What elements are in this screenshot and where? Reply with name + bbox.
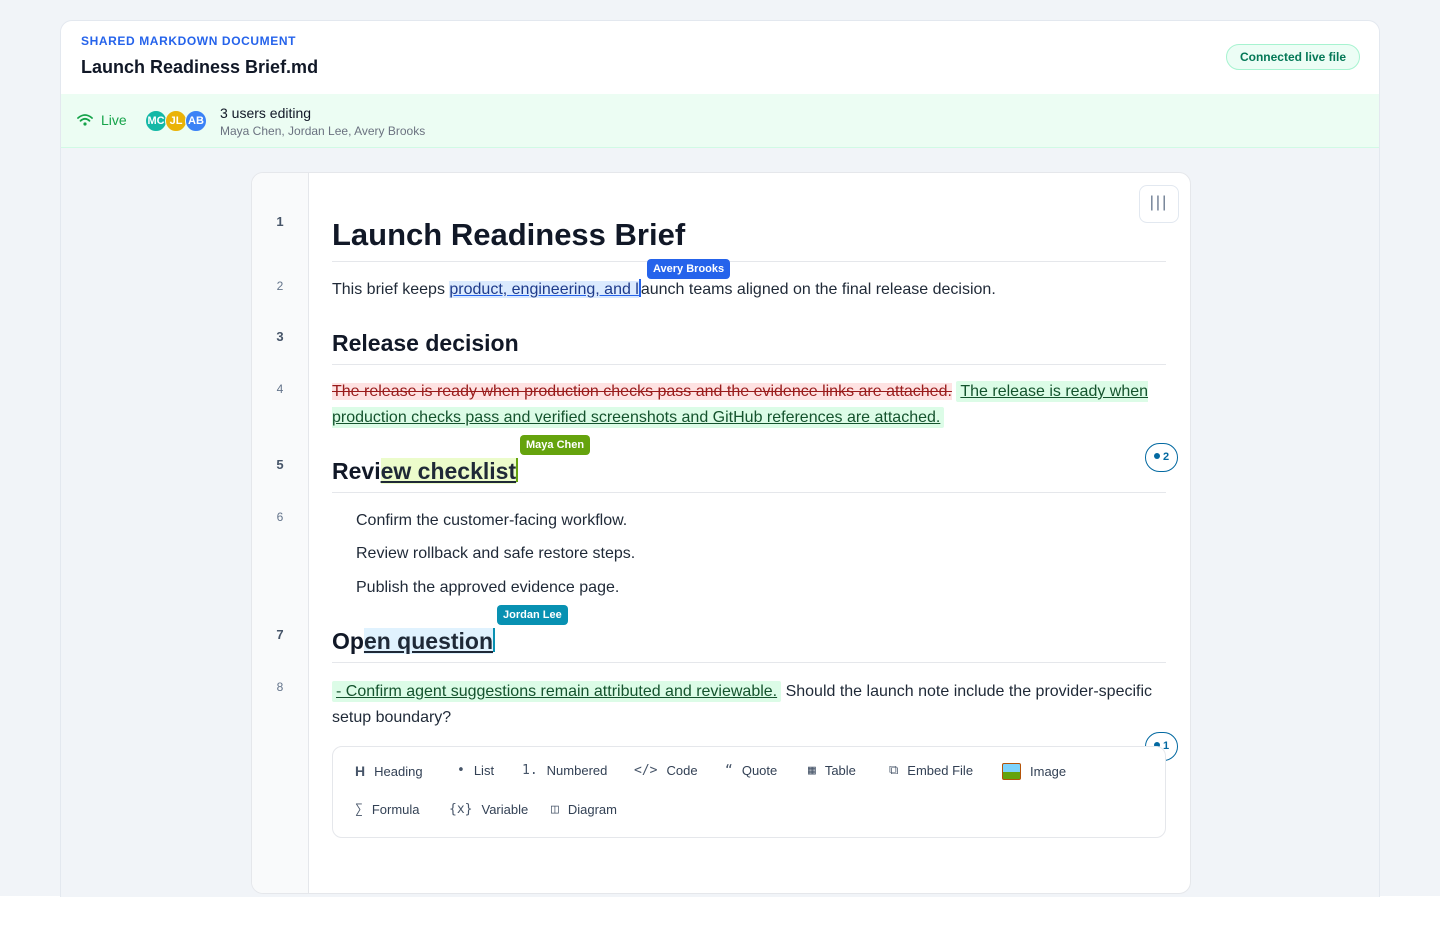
- heading-divider: [332, 492, 1166, 493]
- heading-divider: [332, 364, 1166, 365]
- doc-heading-release-decision[interactable]: Release decision: [332, 330, 519, 357]
- comment-dot-icon: [1153, 453, 1160, 459]
- quote-icon: “: [725, 763, 733, 778]
- numbered-list-button[interactable]: 1. Numbered: [522, 763, 607, 778]
- formula-button[interactable]: ∑ Formula: [355, 802, 420, 817]
- line-number: 4: [276, 382, 284, 396]
- line-number: 2: [276, 279, 284, 293]
- paragraph-text: aunch teams aligned on the final release…: [640, 281, 996, 298]
- heading-text: Op: [332, 628, 364, 654]
- line-number: 5: [276, 457, 284, 472]
- button-label: List: [473, 763, 495, 778]
- avatar[interactable]: MC: [145, 110, 167, 132]
- remote-cursor-maya: [516, 458, 519, 482]
- line-number: 1: [276, 214, 284, 229]
- line-number: 6: [276, 510, 284, 524]
- button-label: Variable: [481, 802, 529, 817]
- list-item[interactable]: Publish the approved evidence page.: [356, 579, 619, 597]
- line-number: 8: [276, 680, 284, 694]
- button-label: Formula: [371, 802, 420, 817]
- line-number: 3: [276, 329, 284, 344]
- comment-count: 2: [1162, 451, 1170, 463]
- agent-suggestion[interactable]: - Confirm agent suggestions remain attri…: [332, 681, 782, 702]
- code-button[interactable]: </> Code: [634, 763, 698, 778]
- list-item[interactable]: Confirm the customer-facing workflow.: [356, 512, 627, 530]
- quote-button[interactable]: “ Quote: [725, 763, 777, 778]
- connection-status-badge: Connected live file: [1225, 44, 1360, 70]
- doc-paragraph-8[interactable]: - Confirm agent suggestions remain attri…: [332, 679, 1168, 731]
- button-label: Heading: [374, 763, 423, 779]
- embed-file-button[interactable]: ⧉ Embed File: [889, 763, 973, 778]
- avatar[interactable]: JL: [165, 110, 187, 132]
- doc-paragraph-4-tracked-change[interactable]: The release is ready when production che…: [332, 379, 1168, 431]
- comment-thread-button[interactable]: 2: [1145, 443, 1178, 472]
- button-label: Embed File: [907, 763, 974, 778]
- document-header: SHARED MARKDOWN DOCUMENT Launch Readines…: [61, 21, 1379, 95]
- list-item[interactable]: Review rollback and safe restore steps.: [356, 545, 635, 563]
- cursor-label-maya: Maya Chen: [520, 435, 591, 455]
- diagram-button[interactable]: ◫ Diagram: [551, 802, 617, 817]
- editing-user-names: Maya Chen, Jordan Lee, Avery Brooks: [220, 124, 426, 138]
- avatar[interactable]: AB: [185, 110, 207, 132]
- column-toggle-icon: |||: [1149, 194, 1169, 211]
- editing-count: 3 users editing: [220, 105, 312, 121]
- cursor-label-avery: Avery Brooks: [647, 259, 731, 279]
- remote-selection-maya: ew checklist: [380, 458, 517, 484]
- paragraph-text: This brief keeps: [332, 281, 450, 298]
- table-icon: ▦: [808, 763, 816, 778]
- live-label: Live: [101, 112, 127, 128]
- sigma-icon: ∑: [355, 802, 363, 817]
- button-label: Numbered: [546, 763, 608, 778]
- diagram-icon: ◫: [551, 802, 559, 817]
- remote-selection-avery: product, engineering, and l: [449, 281, 639, 298]
- code-icon: </>: [634, 763, 658, 778]
- remote-selection-jordan: en question: [363, 628, 494, 654]
- button-label: Table: [824, 763, 856, 778]
- button-label: Code: [666, 763, 698, 778]
- live-indicator: Live: [77, 112, 127, 128]
- heading-divider: [332, 261, 1166, 262]
- table-button[interactable]: ▦ Table: [808, 763, 856, 778]
- doc-heading-review-checklist[interactable]: Review checklist: [332, 458, 519, 485]
- avatar-group: MC JL AB: [145, 110, 207, 132]
- heading-button[interactable]: H Heading: [355, 763, 423, 779]
- remote-cursor-jordan: [493, 628, 496, 652]
- variable-icon: {x}: [449, 802, 473, 817]
- button-label: Image: [1030, 764, 1067, 779]
- tracked-deletion[interactable]: The release is ready when production che…: [332, 383, 952, 400]
- doc-paragraph-2[interactable]: This brief keeps product, engineering, a…: [332, 277, 996, 303]
- image-button[interactable]: Image: [1002, 763, 1066, 780]
- button-label: Diagram: [567, 802, 617, 817]
- document-eyebrow: SHARED MARKDOWN DOCUMENT: [81, 34, 297, 48]
- heading-icon: H: [355, 763, 366, 779]
- bullet-icon: •: [457, 763, 465, 778]
- doc-heading-1[interactable]: Launch Readiness Brief: [332, 217, 685, 253]
- heading-text: Revi: [332, 458, 381, 484]
- insert-block-toolbar: H Heading • List 1. Numbered </> Code “ …: [332, 746, 1166, 838]
- numbered-list-icon: 1.: [522, 763, 538, 778]
- column-toggle-button[interactable]: |||: [1139, 185, 1179, 223]
- list-button[interactable]: • List: [457, 763, 494, 778]
- image-icon: [1002, 763, 1021, 780]
- button-label: Quote: [741, 763, 778, 778]
- heading-divider: [332, 662, 1166, 663]
- app-window: SHARED MARKDOWN DOCUMENT Launch Readines…: [60, 20, 1380, 897]
- markdown-editor[interactable]: 1 2 3 4 5 6 7 8 ||| Launch Readiness Bri…: [251, 172, 1191, 894]
- presence-bar: Live MC JL AB 3 users editing Maya Chen,…: [61, 94, 1379, 148]
- doc-heading-open-question[interactable]: Open question: [332, 628, 496, 655]
- line-number: 7: [276, 627, 284, 642]
- cursor-label-jordan: Jordan Lee: [497, 605, 568, 625]
- embed-file-icon: ⧉: [889, 763, 899, 778]
- variable-button[interactable]: {x} Variable: [449, 802, 528, 817]
- line-number-gutter: 1 2 3 4 5 6 7 8: [252, 173, 309, 893]
- document-title: Launch Readiness Brief.md: [81, 57, 319, 77]
- wifi-icon: [77, 114, 93, 126]
